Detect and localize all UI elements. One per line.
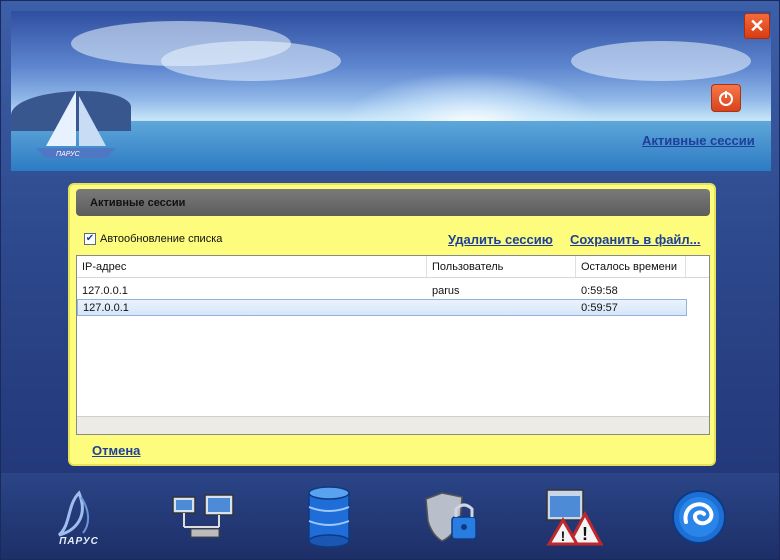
close-button[interactable]: ✕ <box>744 13 770 39</box>
toolbar-item-internet[interactable] <box>661 479 737 555</box>
toolbar-item-parus[interactable]: ПАРУС <box>41 479 117 555</box>
table-header: IP-адрес Пользователь Осталось времени <box>77 256 709 278</box>
autoupdate-control[interactable]: ✔ Автообновление списка <box>84 233 222 245</box>
toolbar-item-network[interactable] <box>166 479 242 555</box>
cell-ip: 127.0.0.1 <box>82 284 128 297</box>
cell-user: parus <box>432 284 460 297</box>
table-row-selected[interactable]: 127.0.0.1 0:59:57 <box>77 299 687 316</box>
active-sessions-link[interactable]: Активные сессии <box>642 133 755 148</box>
globe-swirl-icon <box>672 490 726 544</box>
table-row[interactable]: 127.0.0.1 parus 0:59:58 <box>77 282 709 299</box>
sessions-table: IP-адрес Пользователь Осталось времени 1… <box>76 255 710 435</box>
svg-text:!: ! <box>561 528 566 544</box>
toolbar-item-warnings[interactable]: ! ! <box>536 479 612 555</box>
cell-time: 0:59:58 <box>581 284 618 297</box>
cell-time: 0:59:57 <box>581 301 618 314</box>
column-header-user[interactable]: Пользователь <box>427 256 576 277</box>
autoupdate-checkbox[interactable]: ✔ <box>84 233 96 245</box>
column-header-time[interactable]: Осталось времени <box>576 256 686 277</box>
sessions-panel: Активные сессии ✔ Автообновление списка … <box>68 183 716 466</box>
warning-windows-icon: ! ! <box>546 489 604 546</box>
app-window: ПАРУС ✕ Активные сессии Активные сессии … <box>0 0 780 560</box>
panel-title: Активные сессии <box>76 189 710 216</box>
power-icon <box>719 91 733 106</box>
cell-ip: 127.0.0.1 <box>83 301 129 314</box>
database-icon <box>308 486 350 548</box>
column-header-ip[interactable]: IP-адрес <box>77 256 427 277</box>
delete-session-link[interactable]: Удалить сессию <box>448 232 553 247</box>
power-button[interactable] <box>711 84 741 112</box>
save-to-file-link[interactable]: Сохранить в файл... <box>570 232 701 247</box>
autoupdate-label: Автообновление списка <box>100 233 223 245</box>
cancel-link[interactable]: Отмена <box>92 443 140 458</box>
bottom-toolbar: ПАРУС ! ! <box>1 473 779 559</box>
close-icon: ✕ <box>749 15 765 36</box>
sailboat-logo-icon: ПАРУС <box>36 91 116 158</box>
toolbar-item-database[interactable] <box>291 479 367 555</box>
toolbar-item-security[interactable] <box>414 479 490 555</box>
horizontal-scrollbar[interactable] <box>77 416 709 434</box>
svg-text:!: ! <box>582 524 588 544</box>
shield-lock-icon <box>425 492 477 542</box>
svg-text:ПАРУС: ПАРУС <box>56 151 81 158</box>
network-computers-icon <box>172 494 234 538</box>
parus-label: ПАРУС <box>59 536 99 547</box>
